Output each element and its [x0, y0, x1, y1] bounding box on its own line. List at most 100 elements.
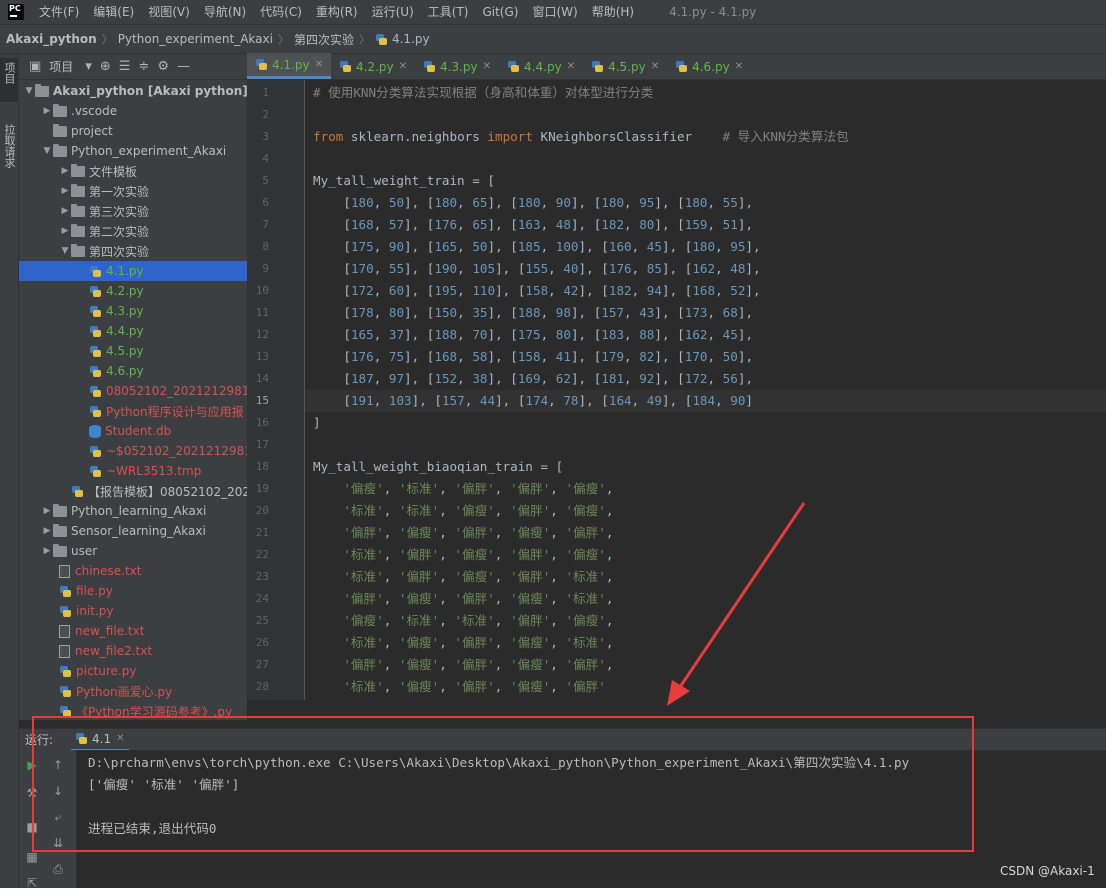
breadcrumb-project-folder[interactable]: Python_experiment_Akaxi: [118, 32, 273, 46]
tree-item-experiment-3[interactable]: ▶ 第三次实验: [19, 201, 247, 221]
tree-item-sensor-learning[interactable]: ▶ Sensor_learning_Akaxi: [19, 521, 247, 541]
print-icon[interactable]: ⎙: [45, 862, 71, 877]
chevron-right-icon[interactable]: ▶: [41, 526, 53, 536]
tab-4-6[interactable]: 4.6.py ✕: [667, 54, 751, 79]
menu-navigate[interactable]: 导航(N): [197, 0, 253, 24]
close-icon[interactable]: ✕: [651, 61, 659, 72]
menu-help[interactable]: 帮助(H): [585, 0, 641, 24]
menu-run[interactable]: 运行(U): [365, 0, 421, 24]
tree-item-experiment-1[interactable]: ▶ 第一次实验: [19, 181, 247, 201]
menu-window[interactable]: 窗口(W): [525, 0, 584, 24]
rerun-icon[interactable]: ▶: [19, 758, 45, 772]
side-tab-pull-requests[interactable]: 拉取请求: [0, 120, 18, 190]
close-icon[interactable]: ✕: [567, 61, 575, 72]
tree-item-experiment-4[interactable]: ▼ 第四次实验: [19, 241, 247, 261]
tab-4-4[interactable]: 4.4.py ✕: [499, 54, 583, 79]
tree-item-report-template[interactable]: 【报告模板】08052102_202: [19, 481, 247, 501]
menu-file[interactable]: 文件(F): [32, 0, 86, 24]
wrench-icon[interactable]: ⚒: [19, 786, 45, 800]
breadcrumb-root[interactable]: Akaxi_python: [6, 32, 97, 46]
tree-item-file-4-4[interactable]: 4.4.py: [19, 321, 247, 341]
tree-item-vscode[interactable]: ▶ .vscode: [19, 101, 247, 121]
stop-icon[interactable]: ■: [19, 820, 45, 834]
code-editor[interactable]: # 使用KNN分类算法实现根据（身高和体重）对体型进行分类 from sklea…: [305, 80, 1106, 700]
minimize-icon[interactable]: —: [177, 59, 190, 74]
tree-item-chinese-txt[interactable]: chinese.txt: [19, 561, 247, 581]
menu-code[interactable]: 代码(C): [253, 0, 309, 24]
tree-item-file-4-1[interactable]: 4.1.py: [19, 261, 247, 281]
python-file-icon: [59, 665, 72, 678]
chevron-right-icon[interactable]: ▶: [41, 506, 53, 516]
menu-git[interactable]: Git(G): [475, 0, 525, 24]
folder-icon: [53, 543, 67, 557]
close-icon[interactable]: ✕: [399, 61, 407, 72]
chevron-right-icon[interactable]: ▶: [59, 226, 71, 236]
tree-item-file-4-6[interactable]: 4.6.py: [19, 361, 247, 381]
tree-item-heart-py[interactable]: Python画爱心.py: [19, 681, 247, 701]
tree-item-python-learning[interactable]: ▶ Python_learning_Akaxi: [19, 501, 247, 521]
scroll-up-icon[interactable]: ↑: [45, 758, 71, 772]
close-icon[interactable]: ✕: [315, 59, 323, 70]
menu-refactor[interactable]: 重构(R): [309, 0, 365, 24]
layout-icon[interactable]: ▦: [19, 850, 45, 864]
tree-item-file-4-3[interactable]: 4.3.py: [19, 301, 247, 321]
tree-item-template-folder[interactable]: ▶ 文件模板: [19, 161, 247, 181]
run-panel-label: 运行:: [25, 733, 54, 747]
chevron-down-icon[interactable]: ▼: [23, 86, 35, 96]
tree-item-python-report[interactable]: Python程序设计与应用报: [19, 401, 247, 421]
scroll-to-end-icon[interactable]: ⇊: [45, 836, 71, 850]
soft-wrap-icon[interactable]: ⤶: [45, 810, 71, 825]
tab-4-1[interactable]: 4.1.py ✕: [247, 53, 332, 79]
run-tab-4-1[interactable]: 4.1 ✕: [71, 729, 129, 751]
chevron-right-icon[interactable]: ▶: [59, 206, 71, 216]
tree-item-file-py[interactable]: file.py: [19, 581, 247, 601]
tree-item-experiment-2[interactable]: ▶ 第二次实验: [19, 221, 247, 241]
tree-item-root[interactable]: ▼Akaxi_python [Akaxi python]C: [19, 81, 247, 101]
chevron-right-icon[interactable]: ▶: [59, 186, 71, 196]
chevron-down-icon[interactable]: ▼: [59, 246, 71, 256]
tree-item-temp-doc[interactable]: ~$052102_2021212981: [19, 441, 247, 461]
scroll-down-icon[interactable]: ↓: [45, 784, 71, 798]
close-icon[interactable]: ✕: [735, 61, 743, 72]
tree-item-file-4-5[interactable]: 4.5.py: [19, 341, 247, 361]
close-icon[interactable]: ✕: [116, 733, 124, 744]
tree-item-wrl-tmp[interactable]: ~WRL3513.tmp: [19, 461, 247, 481]
breadcrumb-file[interactable]: 4.1.py: [375, 32, 430, 46]
chevron-right-icon[interactable]: ▶: [41, 546, 53, 556]
project-panel-title[interactable]: 项目: [49, 58, 73, 75]
tree-item-file-4-2[interactable]: 4.2.py: [19, 281, 247, 301]
pin-icon[interactable]: ⇱: [19, 876, 45, 888]
menu-view[interactable]: 视图(V): [141, 0, 197, 24]
tree-item-source-ref-py[interactable]: 《Python学习源码参考》.py: [19, 701, 247, 720]
tab-4-5[interactable]: 4.5.py ✕: [583, 54, 667, 79]
tree-item-picture-py[interactable]: picture.py: [19, 661, 247, 681]
menu-edit[interactable]: 编辑(E): [86, 0, 141, 24]
folder-icon: [71, 183, 85, 197]
close-icon[interactable]: ✕: [483, 61, 491, 72]
line-number-gutter[interactable]: 1 2 3 4 5 6 7 8 9 10 11 12 13 14 15 16 1…: [247, 80, 305, 700]
chevron-right-icon[interactable]: ▶: [41, 106, 53, 116]
tab-4-3[interactable]: 4.3.py ✕: [415, 54, 499, 79]
tree-item-init-py[interactable]: init.py: [19, 601, 247, 621]
tree-item-student-db[interactable]: Student.db: [19, 421, 247, 441]
expand-all-icon[interactable]: ☰: [119, 59, 131, 74]
tree-item-report-doc[interactable]: 08052102_2021212981: [19, 381, 247, 401]
python-file-icon: [507, 60, 520, 73]
tab-4-2[interactable]: 4.2.py ✕: [331, 54, 415, 79]
gear-icon[interactable]: ⚙: [157, 59, 169, 74]
tree-item-label: Python_learning_Akaxi: [71, 504, 207, 518]
tree-item-python-experiment[interactable]: ▼ Python_experiment_Akaxi: [19, 141, 247, 161]
tree-item-new-file2-txt[interactable]: new_file2.txt: [19, 641, 247, 661]
breadcrumb-experiment-folder[interactable]: 第四次实验: [294, 31, 354, 48]
tree-item-project[interactable]: project: [19, 121, 247, 141]
side-tab-project[interactable]: 项目: [0, 58, 18, 102]
tree-item-new-file-txt[interactable]: new_file.txt: [19, 621, 247, 641]
chevron-down-icon[interactable]: ▾: [85, 59, 92, 74]
tree-item-user[interactable]: ▶ user: [19, 541, 247, 561]
chevron-right-icon[interactable]: ▶: [59, 166, 71, 176]
locate-icon[interactable]: ⊕: [100, 59, 111, 74]
collapse-all-icon[interactable]: ≑: [138, 59, 149, 74]
menu-tools[interactable]: 工具(T): [421, 0, 476, 24]
chevron-down-icon[interactable]: ▼: [41, 146, 53, 156]
run-console[interactable]: D:\prcharm\envs\torch\python.exe C:\User…: [77, 750, 1106, 888]
